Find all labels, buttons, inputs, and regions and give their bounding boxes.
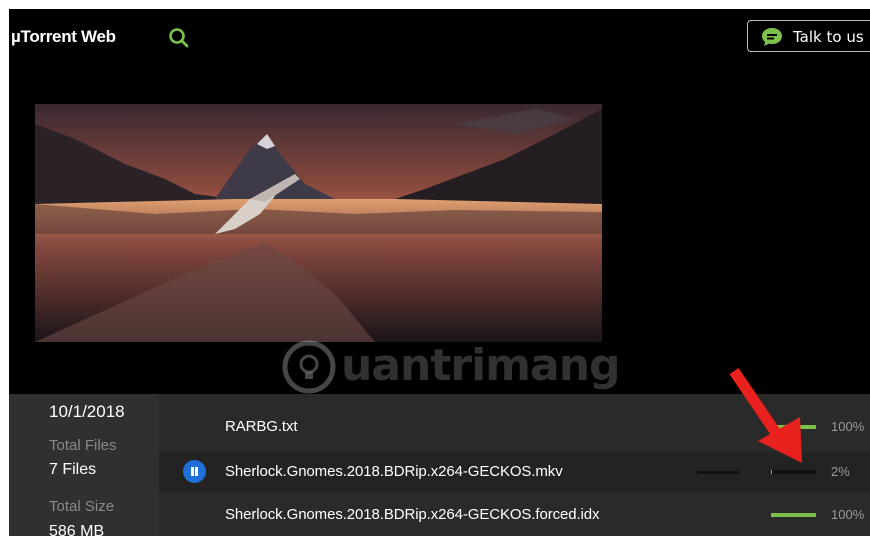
file-name: Sherlock.Gnomes.2018.BDRip.x264-GECKOS.m… (225, 463, 563, 480)
header: µTorrent Web Talk to us (9, 9, 870, 69)
app-window: µTorrent Web Talk to us 10/1/2018 Total … (9, 9, 870, 536)
total-size-label: Total Size (49, 498, 115, 515)
progress-percent: 100% (831, 419, 865, 434)
talk-to-us-button[interactable]: Talk to us (747, 20, 870, 52)
pause-icon[interactable] (183, 460, 206, 483)
progress-percent: 2% (831, 464, 850, 479)
file-row[interactable]: Sherlock.Gnomes.2018.BDRip.x264-GECKOS.m… (159, 452, 870, 491)
progress-fill (771, 425, 816, 429)
progress-bar (771, 425, 816, 429)
file-name: Sherlock.Gnomes.2018.BDRip.x264-GECKOS.f… (225, 506, 600, 523)
piece-bar (697, 471, 739, 474)
progress-bar (771, 470, 816, 474)
file-row[interactable]: RARBG.txt 100% (159, 407, 870, 446)
watermark-text: uantrimang (341, 340, 621, 391)
added-date: 10/1/2018 (49, 402, 125, 421)
progress-fill (771, 513, 816, 517)
file-name: RARBG.txt (225, 418, 298, 435)
video-preview[interactable] (35, 104, 602, 342)
total-files-value: 7 Files (49, 461, 97, 478)
torrent-info: 10/1/2018 Total Files 7 Files Total Size… (9, 394, 159, 536)
talk-to-us-label: Talk to us (793, 28, 864, 46)
file-row[interactable]: Sherlock.Gnomes.2018.BDRip.x264-GECKOS.f… (159, 495, 870, 534)
total-files-label: Total Files (49, 437, 117, 454)
progress-percent: 100% (831, 507, 865, 522)
total-size-value: 586 MB (49, 523, 105, 536)
lightbulb-icon (281, 339, 337, 395)
progress-fill (771, 470, 772, 474)
search-icon[interactable] (167, 26, 191, 50)
chat-bubble-icon (761, 27, 783, 47)
progress-bar (771, 513, 816, 517)
details-panel: 10/1/2018 Total Files 7 Files Total Size… (9, 394, 870, 536)
app-title: µTorrent Web (11, 27, 116, 46)
